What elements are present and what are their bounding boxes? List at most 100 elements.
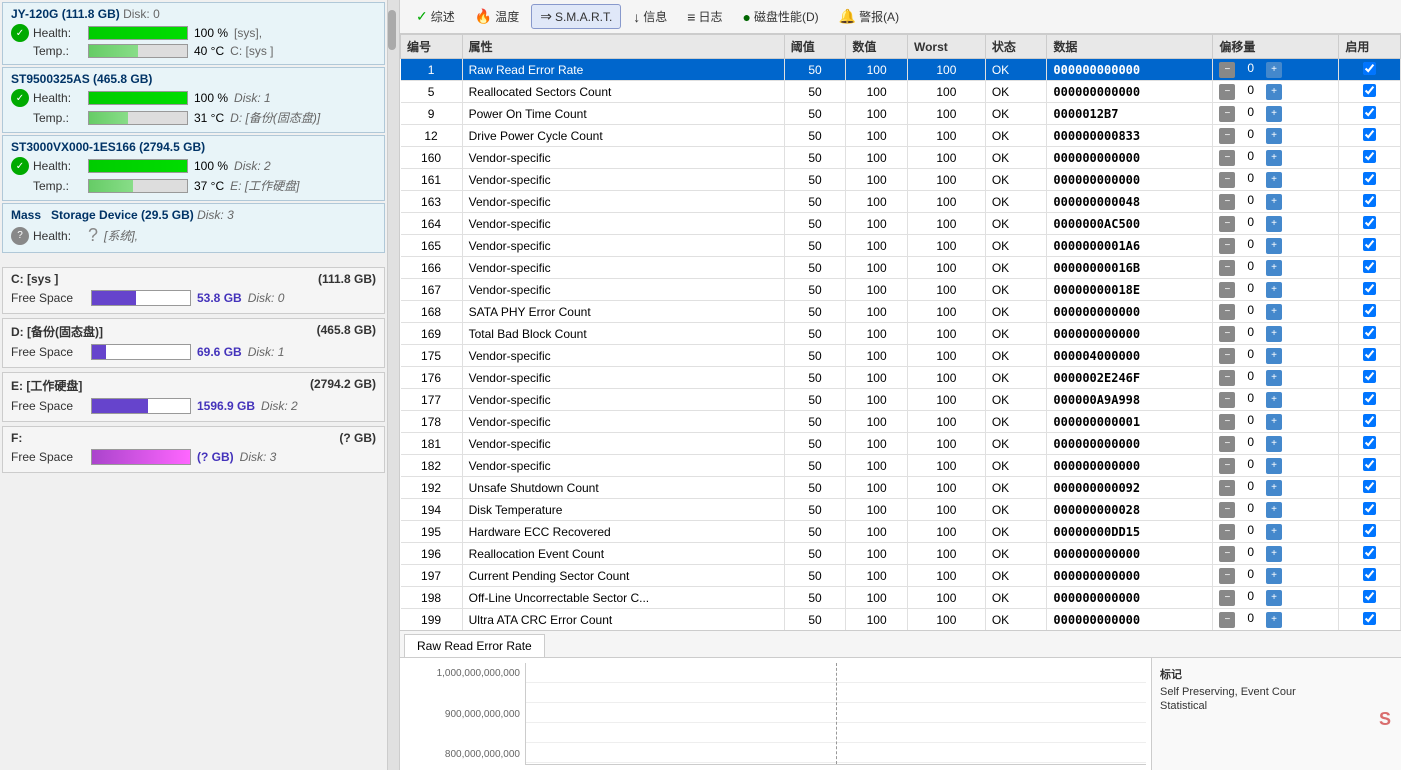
enabled-checkbox[interactable] [1363, 590, 1376, 603]
cell-enabled[interactable] [1339, 565, 1401, 587]
table-row[interactable]: 194 Disk Temperature 50 100 100 OK 00000… [401, 499, 1401, 521]
enabled-checkbox[interactable] [1363, 260, 1376, 273]
enabled-checkbox[interactable] [1363, 216, 1376, 229]
offset-plus-btn[interactable]: + [1266, 568, 1282, 584]
disk-section-1[interactable]: ST9500325AS (465.8 GB) ✓ Health: 100 % D… [2, 67, 385, 133]
table-row[interactable]: 178 Vendor-specific 50 100 100 OK 000000… [401, 411, 1401, 433]
offset-minus-btn[interactable]: − [1219, 590, 1235, 606]
disk-section-2[interactable]: ST3000VX000-1ES166 (2794.5 GB) ✓ Health:… [2, 135, 385, 201]
offset-plus-btn[interactable]: + [1266, 414, 1282, 430]
enabled-checkbox[interactable] [1363, 524, 1376, 537]
cell-enabled[interactable] [1339, 543, 1401, 565]
cell-enabled[interactable] [1339, 103, 1401, 125]
table-row[interactable]: 195 Hardware ECC Recovered 50 100 100 OK… [401, 521, 1401, 543]
tab-info[interactable]: ↓ 信息 [625, 5, 675, 28]
enabled-checkbox[interactable] [1363, 172, 1376, 185]
cell-enabled[interactable] [1339, 389, 1401, 411]
enabled-checkbox[interactable] [1363, 238, 1376, 251]
offset-minus-btn[interactable]: − [1219, 480, 1235, 496]
offset-plus-btn[interactable]: + [1266, 502, 1282, 518]
table-row[interactable]: 177 Vendor-specific 50 100 100 OK 000000… [401, 389, 1401, 411]
offset-minus-btn[interactable]: − [1219, 502, 1235, 518]
table-row[interactable]: 169 Total Bad Block Count 50 100 100 OK … [401, 323, 1401, 345]
table-row[interactable]: 161 Vendor-specific 50 100 100 OK 000000… [401, 169, 1401, 191]
offset-minus-btn[interactable]: − [1219, 524, 1235, 540]
table-row[interactable]: 164 Vendor-specific 50 100 100 OK 000000… [401, 213, 1401, 235]
table-row[interactable]: 167 Vendor-specific 50 100 100 OK 000000… [401, 279, 1401, 301]
offset-plus-btn[interactable]: + [1266, 370, 1282, 386]
tab-performance[interactable]: ● 磁盘性能(D) [734, 5, 826, 28]
offset-minus-btn[interactable]: − [1219, 216, 1235, 232]
cell-enabled[interactable] [1339, 477, 1401, 499]
offset-plus-btn[interactable]: + [1266, 392, 1282, 408]
cell-enabled[interactable] [1339, 59, 1401, 81]
enabled-checkbox[interactable] [1363, 458, 1376, 471]
offset-minus-btn[interactable]: − [1219, 348, 1235, 364]
offset-minus-btn[interactable]: − [1219, 304, 1235, 320]
offset-minus-btn[interactable]: − [1219, 62, 1235, 78]
offset-minus-btn[interactable]: − [1219, 172, 1235, 188]
offset-plus-btn[interactable]: + [1266, 546, 1282, 562]
cell-enabled[interactable] [1339, 191, 1401, 213]
offset-minus-btn[interactable]: − [1219, 568, 1235, 584]
tab-overview[interactable]: ✓ 综述 [408, 5, 463, 28]
offset-minus-btn[interactable]: − [1219, 392, 1235, 408]
enabled-checkbox[interactable] [1363, 568, 1376, 581]
enabled-checkbox[interactable] [1363, 502, 1376, 515]
cell-enabled[interactable] [1339, 587, 1401, 609]
table-row[interactable]: 192 Unsafe Shutdown Count 50 100 100 OK … [401, 477, 1401, 499]
table-row[interactable]: 168 SATA PHY Error Count 50 100 100 OK 0… [401, 301, 1401, 323]
cell-enabled[interactable] [1339, 125, 1401, 147]
table-row[interactable]: 182 Vendor-specific 50 100 100 OK 000000… [401, 455, 1401, 477]
enabled-checkbox[interactable] [1363, 282, 1376, 295]
offset-minus-btn[interactable]: − [1219, 282, 1235, 298]
offset-plus-btn[interactable]: + [1266, 304, 1282, 320]
tab-smart[interactable]: ⇒ S.M.A.R.T. [531, 4, 621, 29]
cell-enabled[interactable] [1339, 367, 1401, 389]
enabled-checkbox[interactable] [1363, 480, 1376, 493]
offset-plus-btn[interactable]: + [1266, 216, 1282, 232]
offset-plus-btn[interactable]: + [1266, 326, 1282, 342]
cell-enabled[interactable] [1339, 433, 1401, 455]
enabled-checkbox[interactable] [1363, 370, 1376, 383]
table-row[interactable]: 166 Vendor-specific 50 100 100 OK 000000… [401, 257, 1401, 279]
cell-enabled[interactable] [1339, 455, 1401, 477]
cell-enabled[interactable] [1339, 609, 1401, 631]
offset-plus-btn[interactable]: + [1266, 348, 1282, 364]
offset-minus-btn[interactable]: − [1219, 194, 1235, 210]
offset-minus-btn[interactable]: − [1219, 458, 1235, 474]
table-row[interactable]: 12 Drive Power Cycle Count 50 100 100 OK… [401, 125, 1401, 147]
table-row[interactable]: 198 Off-Line Uncorrectable Sector C... 5… [401, 587, 1401, 609]
cell-enabled[interactable] [1339, 499, 1401, 521]
offset-plus-btn[interactable]: + [1266, 84, 1282, 100]
offset-minus-btn[interactable]: − [1219, 414, 1235, 430]
cell-enabled[interactable] [1339, 345, 1401, 367]
table-row[interactable]: 5 Reallocated Sectors Count 50 100 100 O… [401, 81, 1401, 103]
offset-plus-btn[interactable]: + [1266, 260, 1282, 276]
enabled-checkbox[interactable] [1363, 304, 1376, 317]
enabled-checkbox[interactable] [1363, 106, 1376, 119]
enabled-checkbox[interactable] [1363, 326, 1376, 339]
table-row[interactable]: 196 Reallocation Event Count 50 100 100 … [401, 543, 1401, 565]
offset-plus-btn[interactable]: + [1266, 62, 1282, 78]
enabled-checkbox[interactable] [1363, 84, 1376, 97]
disk-section-0[interactable]: JY-120G (111.8 GB) Disk: 0 ✓ Health: 100… [2, 2, 385, 65]
enabled-checkbox[interactable] [1363, 62, 1376, 75]
mass-disk-section[interactable]: Mass Storage Device (29.5 GB) Disk: 3 ? … [2, 203, 385, 253]
table-row[interactable]: 199 Ultra ATA CRC Error Count 50 100 100… [401, 609, 1401, 631]
offset-plus-btn[interactable]: + [1266, 194, 1282, 210]
table-row[interactable]: 9 Power On Time Count 50 100 100 OK 0000… [401, 103, 1401, 125]
enabled-checkbox[interactable] [1363, 414, 1376, 427]
offset-plus-btn[interactable]: + [1266, 106, 1282, 122]
enabled-checkbox[interactable] [1363, 194, 1376, 207]
enabled-checkbox[interactable] [1363, 128, 1376, 141]
cell-enabled[interactable] [1339, 411, 1401, 433]
cell-enabled[interactable] [1339, 279, 1401, 301]
cell-enabled[interactable] [1339, 213, 1401, 235]
left-scroll-thumb[interactable] [388, 10, 396, 50]
enabled-checkbox[interactable] [1363, 436, 1376, 449]
offset-minus-btn[interactable]: − [1219, 436, 1235, 452]
table-row[interactable]: 176 Vendor-specific 50 100 100 OK 000000… [401, 367, 1401, 389]
offset-plus-btn[interactable]: + [1266, 282, 1282, 298]
enabled-checkbox[interactable] [1363, 150, 1376, 163]
